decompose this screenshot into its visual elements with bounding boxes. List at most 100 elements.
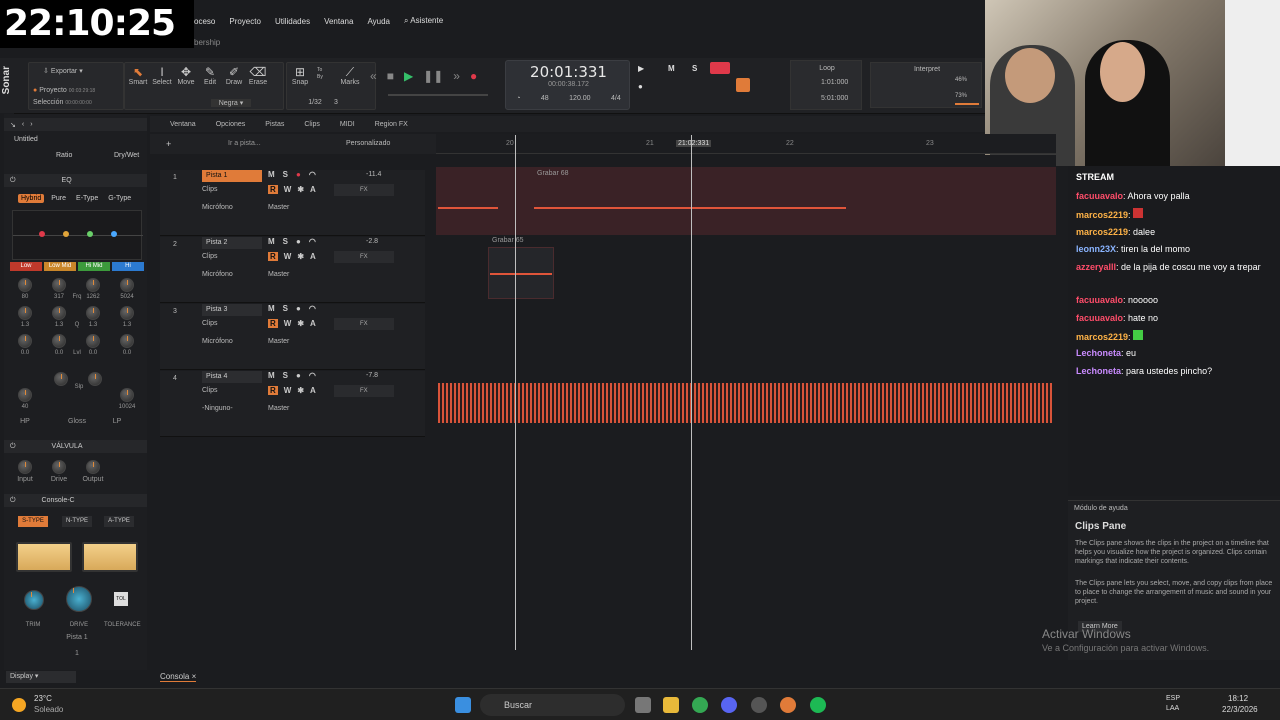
track-menu-opciones[interactable]: Opciones (216, 121, 246, 128)
steam-icon[interactable] (751, 697, 767, 713)
track-volume[interactable]: -11.4 (366, 171, 381, 178)
hi-gain-knob[interactable] (120, 334, 134, 348)
output-knob[interactable] (86, 460, 100, 474)
automation-icon[interactable]: A (310, 386, 316, 395)
track-name[interactable]: Pista 4 (202, 371, 262, 383)
metronome-icon[interactable]: ◔ (516, 95, 520, 102)
mute-all-button[interactable]: M (668, 64, 675, 73)
track-fx-bin[interactable]: FX (334, 385, 394, 397)
track-2[interactable]: 2 Pista 2 M S ● ◠ -2.8 Clips Micrófono R W ✱ A… (160, 237, 425, 303)
eq-node-lowmid[interactable] (63, 231, 69, 237)
taskbar-search[interactable]: Buscar (480, 694, 625, 716)
clock-time[interactable]: 18:12 (1228, 694, 1248, 703)
track-clips-select[interactable]: Clips (202, 320, 218, 327)
menu-ventana[interactable]: Ventana (324, 17, 353, 26)
gloss-label[interactable]: Gloss (62, 418, 92, 425)
track-menu-regionfx[interactable]: Region FX (375, 121, 408, 128)
track-fx-bin[interactable]: FX (334, 251, 394, 263)
automation-icon[interactable]: A (310, 319, 316, 328)
star-icon[interactable]: ✱ (297, 319, 304, 328)
read-button[interactable]: R (268, 252, 278, 261)
erase-tool-button[interactable]: ⌫ Erase (247, 65, 269, 86)
eq-node-hi[interactable] (111, 231, 117, 237)
lang-1[interactable]: ESP (1166, 695, 1180, 702)
himid-freq-knob[interactable] (86, 278, 100, 292)
smart-tool-button[interactable]: ⬉ Smart (127, 65, 149, 86)
tolerance-button[interactable]: TOL (114, 592, 128, 606)
file-explorer-icon[interactable] (663, 697, 679, 713)
solo-button[interactable]: S (283, 304, 288, 313)
chrome-icon[interactable] (692, 697, 708, 713)
stype-button[interactable]: S-TYPE (18, 516, 48, 527)
display-select[interactable]: Display ▾ (6, 671, 76, 683)
arm-button[interactable]: ● (296, 371, 301, 380)
write-button[interactable]: W (284, 252, 292, 261)
hp-knob[interactable] (18, 388, 32, 402)
solo-button[interactable]: S (283, 170, 288, 179)
mute-button[interactable]: M (268, 304, 275, 313)
record-arm-all-button[interactable] (710, 62, 730, 74)
menu-proyecto[interactable]: Proyecto (229, 17, 261, 26)
himid-gain-knob[interactable] (86, 334, 100, 348)
lowmid-q-knob[interactable] (52, 306, 66, 320)
playhead-line[interactable] (691, 135, 692, 650)
pause-icon[interactable]: ❚❚ (423, 69, 443, 83)
add-track-icon[interactable]: + (166, 139, 171, 149)
lowmid-gain-knob[interactable] (52, 334, 66, 348)
low-q-knob[interactable] (18, 306, 32, 320)
edit-tool-button[interactable]: ✎ Edit (199, 65, 221, 86)
clip-track-4[interactable] (438, 383, 1052, 423)
write-button[interactable]: W (284, 386, 292, 395)
power-icon[interactable]: ⏻ (10, 177, 16, 185)
track-name[interactable]: Pista 1 (202, 170, 262, 182)
loop-start[interactable]: 1:01:000 (821, 79, 848, 86)
track-clips-select[interactable]: Clips (202, 387, 218, 394)
monitor-icon[interactable]: ◠ (309, 304, 316, 313)
track-input-select[interactable]: -Ninguno- (202, 405, 233, 412)
solo-button[interactable]: S (283, 237, 288, 246)
arm-button[interactable]: ● (296, 237, 301, 246)
track-output-select[interactable]: Master (268, 204, 289, 211)
menu-proceso[interactable]: oceso (194, 17, 215, 26)
track-clips-select[interactable]: Clips (202, 186, 218, 193)
eq-node-low[interactable] (39, 231, 45, 237)
export-button[interactable]: ⇩ Exportar ▾ (43, 67, 113, 75)
band-hi[interactable]: Hi (112, 262, 144, 271)
eq-mode-etype[interactable]: E-Type (73, 194, 101, 203)
read-button[interactable]: R (268, 185, 278, 194)
record-small-icon[interactable]: ● (638, 82, 643, 91)
eq-graph[interactable] (12, 210, 143, 260)
forward-icon[interactable]: » (453, 69, 460, 83)
move-tool-button[interactable]: ✥ Move (175, 65, 197, 86)
task-view-icon[interactable] (635, 697, 651, 713)
band-low[interactable]: Low (10, 262, 42, 271)
mute-button[interactable]: M (268, 237, 275, 246)
close-icon[interactable]: × (192, 672, 197, 681)
track-clips-select[interactable]: Clips (202, 253, 218, 260)
read-button[interactable]: R (268, 386, 278, 395)
clock-date[interactable]: 22/3/2026 (1222, 705, 1258, 714)
track-fx-bin[interactable]: FX (334, 184, 394, 196)
track-output-select[interactable]: Master (268, 405, 289, 412)
mute-button[interactable]: M (268, 170, 275, 179)
scrub-slider[interactable] (388, 94, 488, 96)
clip-waveform-1a[interactable] (438, 207, 498, 209)
valvula-power-icon[interactable]: ⏻ (10, 443, 16, 451)
hi-q-knob[interactable] (120, 306, 134, 320)
track-input-select[interactable]: Micrófono (202, 204, 233, 211)
track-name[interactable]: Pista 2 (202, 237, 262, 249)
track-3[interactable]: 3 Pista 3 M S ● ◠ Clips Micrófono R W ✱ A Mast… (160, 304, 425, 370)
automation-icon[interactable]: A (310, 185, 316, 194)
track-input-select[interactable]: Micrófono (202, 271, 233, 278)
drive-console-knob[interactable] (66, 586, 92, 612)
track-name[interactable]: Pista 3 (202, 304, 262, 316)
solo-all-button[interactable]: S (692, 64, 697, 73)
spotify-icon[interactable] (810, 697, 826, 713)
track-output-select[interactable]: Master (268, 271, 289, 278)
mute-button[interactable]: M (268, 371, 275, 380)
star-icon[interactable]: ✱ (297, 185, 304, 194)
color-select[interactable]: Negra ▾ (211, 99, 251, 107)
chevron-right-icon[interactable]: › (30, 121, 32, 128)
select-tool-button[interactable]: I Select (151, 65, 173, 86)
monitor-icon[interactable]: ◠ (309, 237, 316, 246)
